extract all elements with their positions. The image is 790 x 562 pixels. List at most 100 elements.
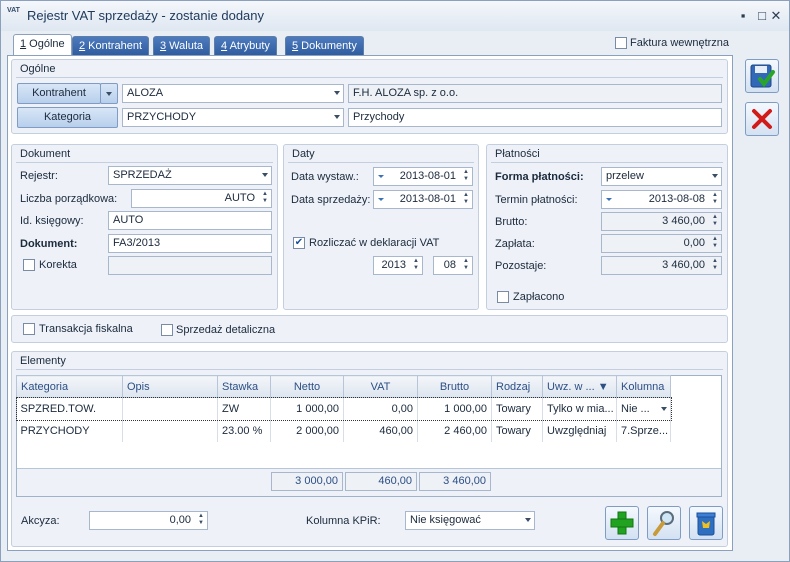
spin-arrows-icon[interactable]: ▲ ▼	[710, 192, 720, 207]
kontrahent-code-field[interactable]: ALOZA	[122, 84, 344, 103]
zaplata-label: Zapłata:	[495, 238, 535, 250]
tab-dokumenty[interactable]: 5 Dokumenty	[285, 36, 364, 55]
kategoria-button[interactable]: Kategoria	[17, 107, 118, 128]
cell-kategoria[interactable]: PRZYCHODY	[16, 419, 123, 442]
sum-vat: 460,00	[345, 472, 417, 491]
transakcja-fiskalna-checkbox[interactable]	[23, 323, 35, 335]
data-wystaw-field[interactable]: 2013-08-01 ▲ ▼	[373, 167, 473, 186]
zaplacono-checkbox[interactable]	[497, 291, 509, 303]
chevron-down-icon[interactable]	[661, 407, 667, 411]
kategoria-name-field[interactable]: Przychody	[348, 108, 722, 127]
tab-kontrahent[interactable]: 2 Kontrahent	[72, 36, 149, 55]
rozliczac-checkbox[interactable]: ✔	[293, 237, 305, 249]
col-stawka[interactable]: Stawka	[217, 375, 271, 398]
calendar-dropdown-icon[interactable]	[378, 198, 384, 201]
magnifier-icon	[653, 511, 674, 536]
chevron-down-icon	[106, 92, 112, 96]
forma-platnosci-select[interactable]: przelew	[601, 167, 722, 186]
cell-stawka[interactable]: 23.00 %	[217, 419, 271, 442]
cell-opis[interactable]	[122, 419, 218, 442]
col-opis[interactable]: Opis	[122, 375, 218, 398]
cell-rodzaj[interactable]: Towary	[491, 397, 543, 420]
sprzedaz-detaliczna-checkbox[interactable]	[161, 324, 173, 336]
faktura-wewnetrzna-checkbox[interactable]	[615, 37, 627, 49]
kontrahent-name-field[interactable]: F.H. ALOZA sp. z o.o.	[348, 84, 722, 103]
transakcja-fiskalna-label: Transakcja fiskalna	[39, 323, 133, 335]
delete-item-button[interactable]	[689, 506, 723, 540]
cell-kolumna[interactable]: 7.Sprze...	[616, 419, 671, 442]
save-button[interactable]	[745, 59, 779, 93]
panel-divider	[16, 77, 723, 78]
liczba-porzadkowa-label: Liczba porządkowa:	[20, 193, 118, 205]
cell-netto[interactable]: 1 000,00	[270, 397, 344, 420]
cell-vat[interactable]: 0,00	[343, 397, 418, 420]
minimize-button[interactable]: ▪	[734, 7, 752, 25]
spin-arrows-icon[interactable]: ▲ ▼	[196, 513, 206, 528]
daty-panel-title: Daty	[292, 148, 315, 160]
kategoria-code-field[interactable]: PRZYCHODY	[122, 108, 344, 127]
calendar-dropdown-icon[interactable]	[378, 175, 384, 178]
edit-item-button[interactable]	[647, 506, 681, 540]
cell-kolumna[interactable]: Nie ...	[616, 397, 671, 420]
tab-dokumenty-label: Dokumenty	[298, 40, 357, 52]
panel-divider	[491, 162, 723, 163]
window-title: Rejestr VAT sprzedaży - zostanie dodany	[27, 8, 265, 23]
cancel-x-icon	[752, 109, 772, 129]
cell-kategoria[interactable]: SPZRED.TOW.	[16, 397, 123, 420]
sum-netto: 3 000,00	[271, 472, 343, 491]
calendar-dropdown-icon[interactable]	[606, 198, 612, 201]
cell-opis[interactable]	[122, 397, 218, 420]
chevron-down-icon	[525, 518, 531, 522]
kolumna-kpir-select[interactable]: Nie księgować	[405, 511, 535, 530]
brutto-label: Brutto:	[495, 216, 528, 228]
close-window-button[interactable]: ✕	[767, 7, 785, 25]
cell-vat[interactable]: 460,00	[343, 419, 418, 442]
col-vat[interactable]: VAT	[343, 375, 418, 398]
add-item-button[interactable]	[605, 506, 639, 540]
termin-platnosci-value: 2013-08-08	[648, 193, 705, 205]
spin-arrows-icon[interactable]: ▲ ▼	[411, 258, 421, 273]
spin-arrows-icon[interactable]: ▲ ▼	[260, 191, 270, 206]
cell-brutto[interactable]: 1 000,00	[417, 397, 492, 420]
cell-stawka[interactable]: ZW	[217, 397, 271, 420]
cell-uwz[interactable]: Tylko w mia...	[542, 397, 617, 420]
table-row[interactable]: SPZRED.TOW. ZW 1 000,00 0,00 1 000,00 To…	[15, 396, 672, 421]
cell-netto[interactable]: 2 000,00	[270, 419, 344, 442]
miesiac-stepper[interactable]: 08 ▲ ▼	[433, 256, 473, 275]
kontrahent-dropdown-button[interactable]	[100, 83, 118, 104]
tab-waluta-label: Waluta	[166, 40, 204, 52]
kontrahent-button[interactable]: Kontrahent	[17, 83, 101, 104]
data-sprzedazy-field[interactable]: 2013-08-01 ▲ ▼	[373, 190, 473, 209]
pozostaje-value: 3 460,00	[662, 259, 705, 271]
col-kategoria[interactable]: Kategoria	[16, 375, 123, 398]
table-row[interactable]: PRZYCHODY 23.00 % 2 000,00 460,00 2 460,…	[16, 419, 671, 442]
tab-waluta[interactable]: 3 Waluta	[153, 36, 211, 55]
tab-atrybuty[interactable]: 4 Atrybuty	[214, 36, 277, 55]
korekta-label: Korekta	[39, 259, 77, 271]
spin-arrows-icon[interactable]: ▲ ▼	[461, 192, 471, 207]
rozliczac-label: Rozliczać w deklaracji VAT	[309, 237, 440, 249]
vat-icon-text: VAT	[7, 7, 20, 14]
cell-brutto[interactable]: 2 460,00	[417, 419, 492, 442]
col-brutto[interactable]: Brutto	[417, 375, 492, 398]
col-netto[interactable]: Netto	[270, 375, 344, 398]
col-uwz[interactable]: Uwz. w ... ▼	[542, 375, 617, 398]
spin-arrows-icon[interactable]: ▲ ▼	[461, 169, 471, 184]
dokument-field[interactable]: FA3/2013	[108, 234, 272, 253]
tab-ogolne[interactable]: 1 Ogólne	[13, 34, 72, 56]
pozostaje-label: Pozostaje:	[495, 260, 547, 272]
zaplata-value: 0,00	[683, 237, 705, 249]
col-kolumna[interactable]: Kolumna	[616, 375, 671, 398]
akcyza-stepper[interactable]: 0,00 ▲ ▼	[89, 511, 208, 530]
rok-stepper[interactable]: 2013 ▲ ▼	[373, 256, 423, 275]
id-ksiegowy-field[interactable]: AUTO	[108, 211, 272, 230]
col-rodzaj[interactable]: Rodzaj	[491, 375, 543, 398]
korekta-checkbox[interactable]	[23, 259, 35, 271]
rejestr-select[interactable]: SPRZEDAŻ	[108, 166, 272, 185]
liczba-porzadkowa-stepper[interactable]: AUTO ▲ ▼	[131, 189, 272, 208]
spin-arrows-icon[interactable]: ▲ ▼	[461, 258, 471, 273]
cell-uwz[interactable]: Uwzględniaj	[542, 419, 617, 442]
cancel-button[interactable]	[745, 102, 779, 136]
cell-rodzaj[interactable]: Towary	[491, 419, 543, 442]
termin-platnosci-field[interactable]: 2013-08-08 ▲ ▼	[601, 190, 722, 209]
